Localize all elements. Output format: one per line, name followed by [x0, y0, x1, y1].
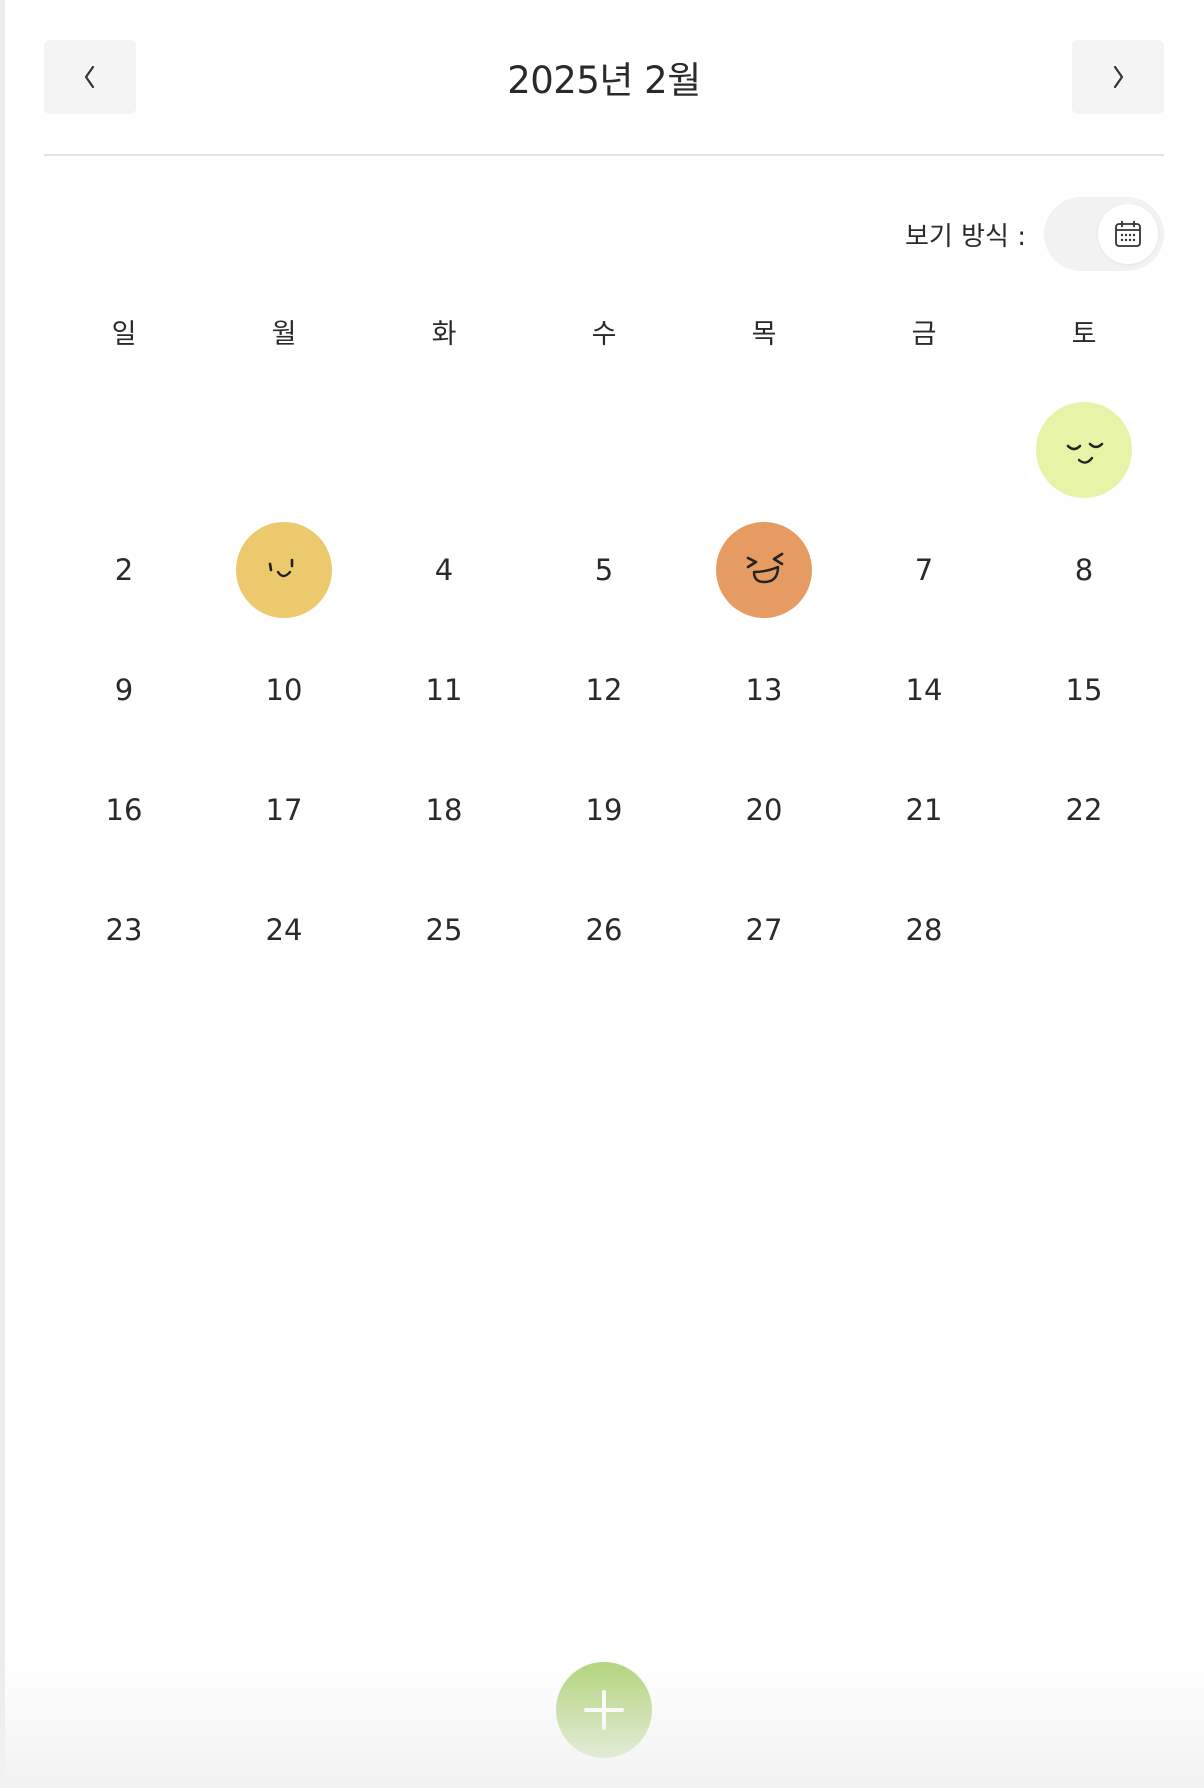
mood-calm-icon [1034, 400, 1134, 500]
day-number: 4 [434, 553, 454, 587]
mood-smile-icon [234, 520, 334, 620]
day-cell[interactable]: 21 [844, 750, 1004, 870]
day-number: 20 [745, 793, 783, 827]
weekday-tue: 화 [431, 318, 457, 350]
day-number: 5 [594, 553, 614, 587]
empty-cell [204, 390, 364, 510]
add-entry-button[interactable] [556, 1662, 652, 1758]
day-cell[interactable]: 24 [204, 870, 364, 990]
day-number: 7 [914, 553, 934, 587]
day-cell[interactable]: 15 [1004, 630, 1164, 750]
day-cell[interactable]: 22 [1004, 750, 1164, 870]
day-number: 26 [585, 913, 623, 947]
day-cell[interactable]: 27 [684, 870, 844, 990]
empty-cell [524, 390, 684, 510]
day-cell[interactable]: 7 [844, 510, 1004, 630]
weekday-fri: 금 [911, 318, 937, 350]
view-mode-label: 보기 방식 : [905, 221, 1026, 252]
prev-month-button[interactable] [44, 40, 136, 114]
day-number: 9 [114, 673, 134, 707]
day-cell[interactable]: 11 [364, 630, 524, 750]
day-cell[interactable]: 13 [684, 630, 844, 750]
day-cell[interactable]: 25 [364, 870, 524, 990]
day-cell[interactable]: 12 [524, 630, 684, 750]
day-cell[interactable]: 4 [364, 510, 524, 630]
day-number: 22 [1065, 793, 1103, 827]
day-number: 28 [905, 913, 943, 947]
day-number: 17 [265, 793, 303, 827]
chevron-right-icon [1113, 65, 1124, 89]
day-number: 15 [1065, 673, 1103, 707]
month-title: 2025년 2월 [507, 59, 701, 102]
view-mode-row: 보기 방식 : [905, 197, 1164, 271]
view-mode-toggle[interactable] [1044, 197, 1164, 271]
toggle-knob[interactable] [1098, 204, 1158, 264]
calendar-icon [1115, 220, 1141, 247]
day-cell[interactable]: 14 [844, 630, 1004, 750]
day-cell[interactable]: 2 [44, 510, 204, 630]
day-number: 11 [425, 673, 463, 707]
day-cell[interactable] [1004, 390, 1164, 510]
weekday-header-row: 일 월 화 수 목 금 토 [44, 306, 1164, 356]
day-number: 24 [265, 913, 303, 947]
day-number: 13 [745, 673, 783, 707]
weekday-sat: 토 [1071, 318, 1097, 350]
mood-laugh-icon [714, 520, 814, 620]
day-cell[interactable]: 28 [844, 870, 1004, 990]
empty-cell [844, 390, 1004, 510]
day-cell[interactable]: 8 [1004, 510, 1164, 630]
day-cell[interactable]: 17 [204, 750, 364, 870]
empty-cell [364, 390, 524, 510]
left-edge-strip [0, 0, 5, 1788]
day-number: 10 [265, 673, 303, 707]
day-number: 8 [1074, 553, 1094, 587]
month-header: 2025년 2월 [44, 40, 1164, 114]
weekday-sun: 일 [111, 318, 137, 350]
day-number: 21 [905, 793, 943, 827]
day-number: 25 [425, 913, 463, 947]
day-number: 2 [114, 553, 134, 587]
day-cell[interactable]: 9 [44, 630, 204, 750]
calendar-page: 2025년 2월 보기 방식 : 일 월 화 수 목 금 토 2 4 5 7 8… [0, 0, 1204, 1788]
day-number: 16 [105, 793, 143, 827]
day-cell[interactable]: 5 [524, 510, 684, 630]
plus-icon [584, 1690, 624, 1730]
day-cell[interactable]: 18 [364, 750, 524, 870]
day-number: 23 [105, 913, 143, 947]
day-cell[interactable] [204, 510, 364, 630]
day-cell[interactable]: 19 [524, 750, 684, 870]
day-number: 14 [905, 673, 943, 707]
weekday-wed: 수 [591, 318, 617, 350]
header-divider [44, 154, 1164, 156]
empty-cell [44, 390, 204, 510]
chevron-left-icon [84, 65, 95, 89]
day-cell[interactable]: 23 [44, 870, 204, 990]
day-number: 12 [585, 673, 623, 707]
day-number: 27 [745, 913, 783, 947]
next-month-button[interactable] [1072, 40, 1164, 114]
day-cell[interactable]: 10 [204, 630, 364, 750]
day-number: 19 [585, 793, 623, 827]
day-cell[interactable]: 20 [684, 750, 844, 870]
day-cell[interactable] [684, 510, 844, 630]
day-cell[interactable]: 16 [44, 750, 204, 870]
day-number: 18 [425, 793, 463, 827]
empty-cell [684, 390, 844, 510]
weekday-thu: 목 [751, 318, 777, 350]
calendar-grid: 2 4 5 7 8 9 10 11 12 13 14 15 16 17 18 19 20 21 22 23 24 25 26… [44, 390, 1164, 990]
day-cell[interactable]: 26 [524, 870, 684, 990]
weekday-mon: 월 [271, 318, 297, 350]
